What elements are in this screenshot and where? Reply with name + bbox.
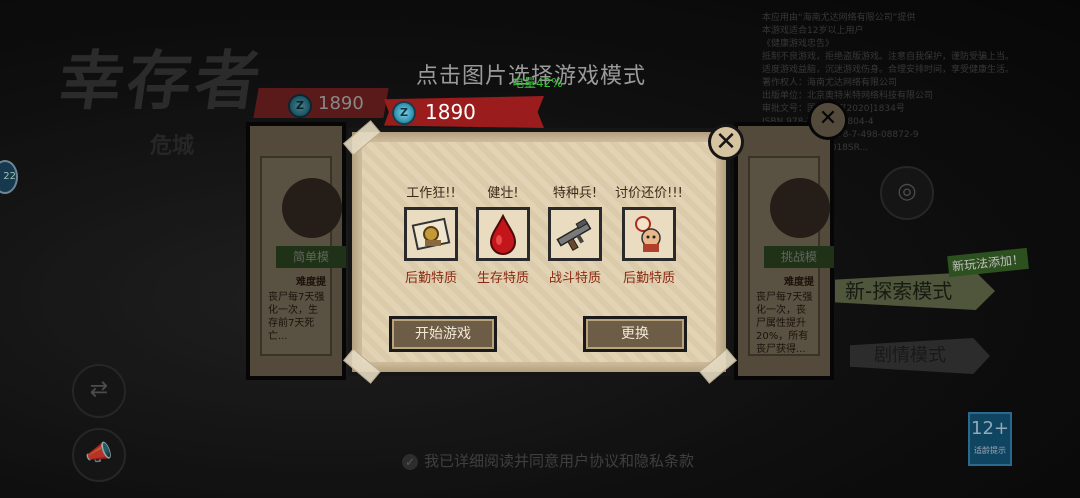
coin-icon: Z xyxy=(392,101,416,125)
currency-value-back: 1890 xyxy=(318,93,364,114)
trait-name: 健壮! xyxy=(487,186,519,201)
book-icon[interactable] xyxy=(404,207,458,261)
currency-value: 1890 xyxy=(425,100,476,124)
gun-icon[interactable] xyxy=(548,207,602,261)
start-game-button[interactable]: 开始游戏 xyxy=(389,316,497,352)
trait-name: 工作狂!! xyxy=(406,186,456,201)
trait-robust[interactable]: 健壮! 生存特质 xyxy=(465,185,541,286)
swap-traits-button[interactable]: 更换 xyxy=(583,316,687,352)
battery-status: 电量42% xyxy=(512,76,563,90)
trait-type: 生存特质 xyxy=(476,271,529,286)
blood-drop-icon[interactable] xyxy=(476,207,530,261)
trait-bargain[interactable]: 讨价还价!!! 后勤特质 xyxy=(611,185,687,286)
close-icon[interactable]: ✕ xyxy=(708,124,744,160)
trait-name: 讨价还价!!! xyxy=(615,186,683,201)
trait-type: 后勤特质 xyxy=(622,271,675,286)
trait-workaholic[interactable]: 工作狂!! 后勤特质 xyxy=(393,185,469,286)
trait-commando[interactable]: 特种兵! 战斗特质 xyxy=(537,185,613,286)
merchant-icon[interactable] xyxy=(622,207,676,261)
trait-name: 特种兵! xyxy=(552,186,598,201)
trait-type: 战斗特质 xyxy=(548,271,601,286)
trait-type: 后勤特质 xyxy=(404,271,457,286)
coin-icon: Z xyxy=(288,94,312,118)
